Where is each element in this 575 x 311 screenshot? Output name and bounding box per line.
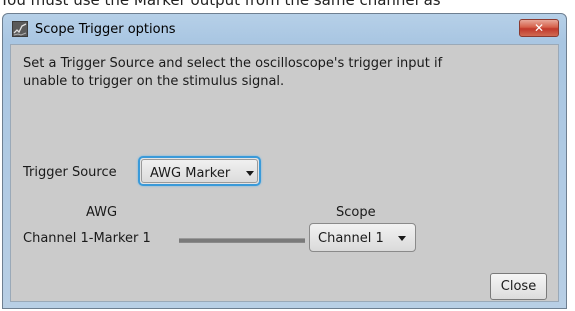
close-button[interactable]: Close bbox=[490, 273, 547, 300]
trigger-source-dropdown[interactable]: AWG Marker bbox=[138, 156, 261, 186]
title-bar[interactable]: Scope Trigger options ✕ bbox=[3, 14, 566, 44]
scope-column-header: Scope bbox=[336, 205, 376, 220]
close-icon: ✕ bbox=[533, 21, 545, 35]
scope-app-icon bbox=[12, 21, 28, 37]
scope-channel-dropdown[interactable]: Channel 1 bbox=[309, 223, 416, 252]
connection-line bbox=[179, 238, 305, 243]
trigger-source-dropdown-face: AWG Marker bbox=[141, 159, 258, 183]
chevron-down-icon bbox=[246, 171, 254, 176]
chevron-down-icon bbox=[398, 236, 406, 241]
window-title: Scope Trigger options bbox=[35, 22, 176, 37]
scope-channel-value: Channel 1 bbox=[318, 231, 384, 246]
trigger-source-label: Trigger Source bbox=[23, 165, 117, 180]
awg-channel-label: Channel 1-Marker 1 bbox=[23, 231, 151, 246]
awg-column-header: AWG bbox=[86, 205, 118, 220]
trigger-source-value: AWG Marker bbox=[150, 166, 231, 181]
scope-trigger-dialog: Scope Trigger options ✕ Set a Trigger So… bbox=[2, 13, 567, 309]
background-partial-text: You must use the Marker output from the … bbox=[0, 0, 441, 9]
window-close-button[interactable]: ✕ bbox=[519, 19, 559, 37]
dialog-content: Set a Trigger Source and select the osci… bbox=[10, 44, 559, 302]
dialog-description: Set a Trigger Source and select the osci… bbox=[23, 56, 443, 89]
